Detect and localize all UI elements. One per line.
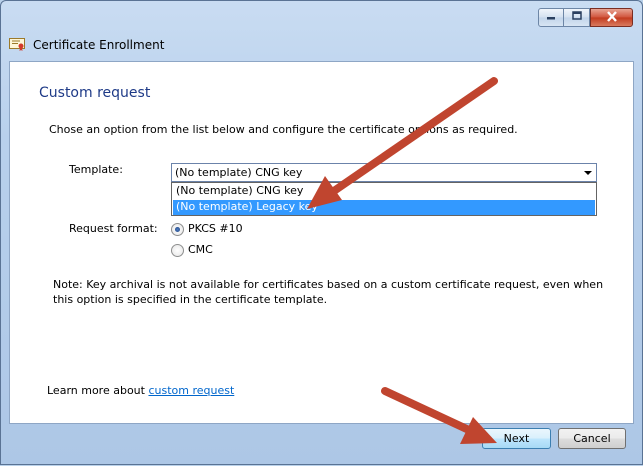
- key-archival-note: Note: Key archival is not available for …: [53, 278, 604, 306]
- request-format-label: Request format:: [69, 222, 158, 235]
- minimize-button[interactable]: [538, 8, 564, 27]
- learn-more: Learn more about custom request: [47, 384, 234, 397]
- template-option-legacy-key[interactable]: (No template) Legacy key: [173, 200, 595, 215]
- learn-more-prefix: Learn more about: [47, 384, 149, 397]
- radio-cmc-label[interactable]: CMC: [188, 243, 213, 256]
- cancel-button[interactable]: Cancel: [558, 428, 626, 449]
- page-description: Chose an option from the list below and …: [49, 123, 518, 136]
- minimize-icon: [546, 11, 556, 24]
- radio-pkcs10[interactable]: [171, 223, 184, 236]
- close-button[interactable]: [590, 8, 633, 27]
- custom-request-link[interactable]: custom request: [148, 384, 234, 397]
- client-area: [9, 61, 634, 424]
- close-icon: [606, 10, 618, 25]
- certificate-icon: [9, 38, 25, 51]
- page-title: Custom request: [39, 85, 151, 101]
- radio-pkcs10-label[interactable]: PKCS #10: [188, 222, 243, 235]
- template-dropdown[interactable]: (No template) CNG key: [171, 163, 597, 182]
- template-label: Template:: [69, 163, 123, 176]
- next-button[interactable]: Next: [482, 428, 551, 449]
- maximize-button[interactable]: [564, 8, 590, 27]
- certificate-enrollment-window: Certificate Enrollment Custom request Ch…: [0, 0, 643, 465]
- maximize-icon: [571, 11, 582, 24]
- window-title: Certificate Enrollment: [33, 38, 165, 52]
- template-selected-value: (No template) CNG key: [175, 166, 303, 179]
- template-dropdown-list: (No template) CNG key (No template) Lega…: [171, 182, 597, 216]
- template-option-cng-key[interactable]: (No template) CNG key: [173, 184, 595, 199]
- chevron-down-icon[interactable]: [584, 171, 592, 175]
- radio-cmc[interactable]: [171, 244, 184, 257]
